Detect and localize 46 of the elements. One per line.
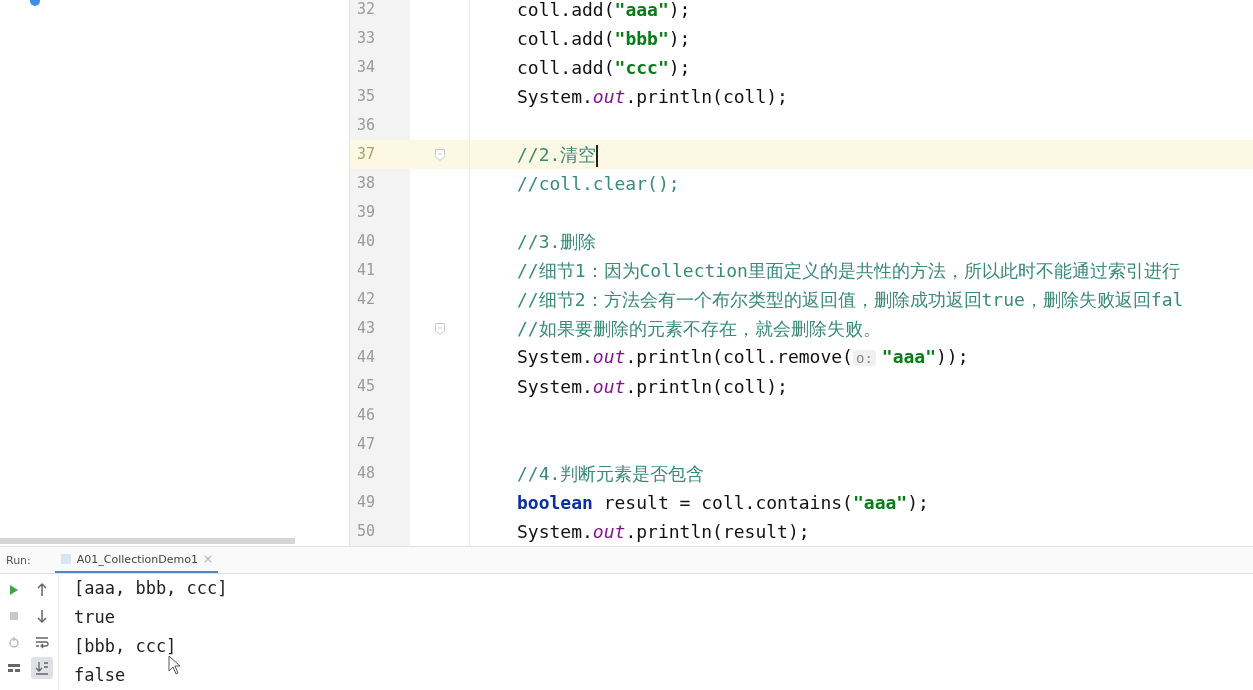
code-line: System.out.println(coll); [517,374,788,399]
line-number: 44 [350,343,410,372]
scrollbar[interactable] [0,538,295,544]
line-number: 37 [350,140,410,169]
code-line: //细节1：因为Collection里面定义的是共性的方法，所以此时不能通过索引进行 [517,258,1180,283]
line-number: 43 [350,314,410,343]
line-number: 39 [350,198,410,227]
code-line: boolean result = coll.contains("aaa"); [517,490,929,515]
line-number: 33 [350,24,410,53]
close-icon[interactable] [203,555,212,563]
line-number: 49 [350,488,410,517]
line-number: 42 [350,285,410,314]
code-line: coll.add("aaa"); [517,0,691,22]
console-output-line: false [74,664,126,687]
code-line: //coll.clear(); [517,171,680,196]
code-line: //4.判断元素是否包含 [517,461,705,486]
run-tab[interactable]: A01_CollectionDemo1 [54,547,218,573]
console-output-line: [bbb, ccc] [74,635,177,658]
console-output-line: [aaa, bbb, ccc] [74,577,228,600]
line-number: 32 [350,0,410,24]
code-line: coll.add("bbb"); [517,26,691,51]
line-number: 46 [350,401,410,430]
code-line: //2.清空 [517,142,599,167]
line-number: 45 [350,372,410,401]
run-label: Run: [6,553,31,569]
code-line: System.out.println(coll); [517,84,788,109]
line-number: 36 [350,111,410,140]
line-number: 50 [350,517,410,546]
fold-marker-icon[interactable] [434,322,445,335]
line-number: 41 [350,256,410,285]
code-line: //如果要删除的元素不存在，就会删除失败。 [517,316,881,341]
line-number: 47 [350,430,410,459]
mouse-pointer-icon [168,655,182,675]
line-number: 48 [350,459,410,488]
fold-marker-icon[interactable] [434,148,445,161]
code-line: System.out.println(coll.remove( o: "aaa")); [517,345,969,369]
line-number: 40 [350,227,410,256]
code-line: //3.删除 [517,229,597,254]
line-number: 38 [350,169,410,198]
line-number: 34 [350,53,410,82]
scroll-to-end-icon[interactable] [31,657,53,679]
code-line: coll.add("ccc"); [517,55,691,80]
code-line: //细节2：方法会有一个布尔类型的返回值，删除成功返回true，删除失败返回fal [517,287,1184,312]
line-number: 35 [350,82,410,111]
console-output-line: true [74,606,115,629]
code-line: System.out.println(result); [517,519,810,544]
